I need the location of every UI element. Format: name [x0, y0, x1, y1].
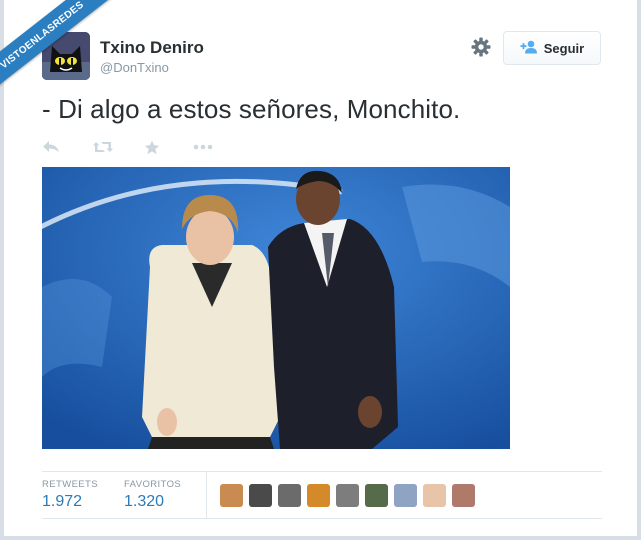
favoriter-avatar[interactable] — [307, 484, 330, 507]
favoriter-avatar[interactable] — [278, 484, 301, 507]
star-icon[interactable] — [144, 140, 160, 155]
retweets-stat[interactable]: RETWEETS 1.972 — [42, 479, 98, 511]
favoriter-avatar[interactable] — [336, 484, 359, 507]
retweet-icon[interactable] — [92, 140, 114, 154]
tweet-actions — [42, 137, 213, 157]
favoriter-avatar[interactable] — [423, 484, 446, 507]
photo-image — [42, 167, 510, 449]
favorites-count: 1.320 — [124, 493, 165, 510]
favoriter-avatar[interactable] — [365, 484, 388, 507]
reply-icon[interactable] — [42, 140, 60, 154]
favoriters-avatars — [220, 484, 475, 507]
follow-label: Seguir — [543, 40, 585, 56]
retweets-count: 1.972 — [42, 493, 83, 510]
tweet-photo[interactable] — [42, 167, 510, 449]
favoriter-avatar[interactable] — [249, 484, 272, 507]
favorites-label: FAVORITOS — [124, 479, 182, 490]
user-name[interactable]: Txino Deniro — [100, 38, 204, 58]
stats-divider — [206, 472, 207, 518]
tweet-text: - Di algo a estos señores, Monchito. — [42, 94, 461, 124]
gear-icon[interactable] — [470, 36, 492, 58]
favorites-stat[interactable]: FAVORITOS 1.320 — [124, 479, 181, 511]
tweet-stats: RETWEETS 1.972 FAVORITOS 1.320 — [42, 471, 602, 519]
user-handle[interactable]: @DonTxino — [100, 60, 169, 75]
favoriter-avatar[interactable] — [220, 484, 243, 507]
more-icon[interactable] — [193, 144, 213, 150]
add-user-icon — [520, 40, 538, 57]
retweets-label: RETWEETS — [42, 479, 98, 490]
follow-button[interactable]: Seguir — [503, 31, 601, 65]
favoriter-avatar[interactable] — [452, 484, 475, 507]
favoriter-avatar[interactable] — [394, 484, 417, 507]
